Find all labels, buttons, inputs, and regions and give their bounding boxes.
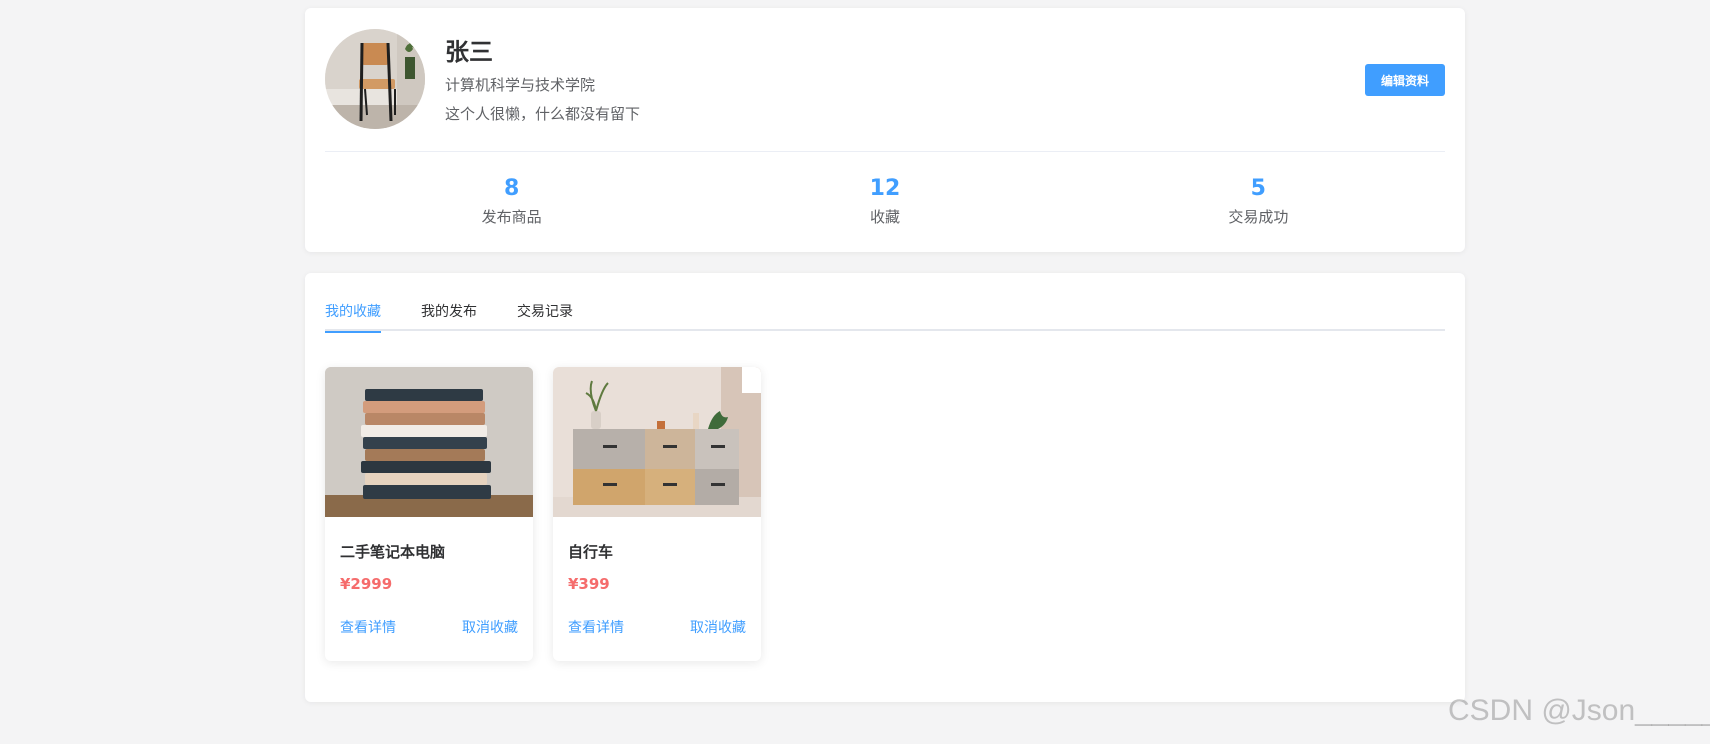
divider [325,151,1445,152]
stat-value: 5 [1250,176,1266,201]
product-price: ¥399 [568,575,610,593]
avatar[interactable] [325,29,425,129]
view-details-link[interactable]: 查看详情 [340,617,396,637]
stats-row: 8 发布商品 12 收藏 5 交易成功 [325,176,1445,227]
tab-bar: 我的收藏 我的发布 交易记录 [325,297,1445,333]
product-price: ¥2999 [340,575,393,593]
stat-label: 交易成功 [1228,208,1289,226]
product-title: 自行车 [568,543,614,561]
product-actions: 查看详情 取消收藏 [340,617,518,637]
profile-card: 张三 计算机科学与技术学院 这个人很懒，什么都没有留下 编辑资料 8 发布商品 … [305,8,1465,252]
tab-my-favorites[interactable]: 我的收藏 [325,297,381,333]
product-title: 二手笔记本电脑 [340,543,446,561]
storage-boxes-photo-icon [553,367,761,517]
book-stack-photo-icon [325,367,533,517]
tab-my-published[interactable]: 我的发布 [421,297,477,331]
remove-favorite-link[interactable]: 取消收藏 [690,617,746,637]
stat-favorites[interactable]: 12 收藏 [698,176,1071,227]
stat-value: 12 [869,176,901,201]
product-card[interactable]: 二手笔记本电脑 ¥2999 查看详情 取消收藏 [325,367,533,661]
product-actions: 查看详情 取消收藏 [568,617,746,637]
user-college: 计算机科学与技术学院 [445,76,596,94]
product-card[interactable]: 自行车 ¥399 查看详情 取消收藏 [553,367,761,661]
content-card: 我的收藏 我的发布 交易记录 二手笔记本电脑 ¥2999 查看详情 取消收藏 自… [305,273,1465,702]
stat-value: 8 [504,176,520,201]
stat-completed[interactable]: 5 交易成功 [1072,176,1445,227]
stat-published[interactable]: 8 发布商品 [325,176,698,227]
product-list: 二手笔记本电脑 ¥2999 查看详情 取消收藏 自行车 ¥399 查看详情 取消… [325,367,761,661]
chair-photo-icon [325,29,425,129]
view-details-link[interactable]: 查看详情 [568,617,624,637]
edit-profile-button[interactable]: 编辑资料 [1365,64,1445,96]
stat-label: 发布商品 [481,208,542,226]
user-name: 张三 [445,38,493,66]
watermark: CSDN @Json_____ [1448,694,1710,727]
stat-label: 收藏 [869,208,900,226]
tab-transaction-history[interactable]: 交易记录 [517,297,573,331]
user-bio: 这个人很懒，什么都没有留下 [445,105,641,123]
remove-favorite-link[interactable]: 取消收藏 [462,617,518,637]
